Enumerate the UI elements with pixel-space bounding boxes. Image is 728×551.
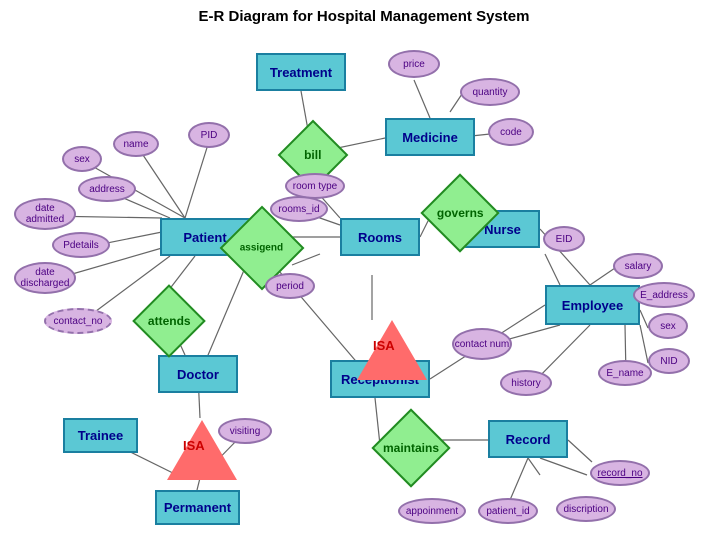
attr-discription: discription (556, 496, 616, 522)
attr-contact-num: contact num (452, 328, 512, 360)
attr-e-address: E_address (633, 282, 695, 308)
entity-employee: Employee (545, 285, 640, 325)
attr-appoint: appoinment (398, 498, 466, 524)
attr-nid: NID (648, 348, 690, 374)
diagram-title: E-R Diagram for Hospital Management Syst… (0, 0, 728, 29)
attr-salary: salary (613, 253, 663, 279)
entity-trainee: Trainee (63, 418, 138, 453)
attr-date-admitted: date admitted (14, 198, 76, 230)
attr-price: price (388, 50, 440, 78)
attr-visiting: visiting (218, 418, 272, 444)
attr-date-discharged: date discharged (14, 262, 76, 294)
attr-code: code (488, 118, 534, 146)
attr-pdetails: Pdetails (52, 232, 110, 258)
attr-address: address (78, 176, 136, 202)
attr-eid: EID (543, 226, 585, 252)
attr-patient-id: patient_id (478, 498, 538, 524)
attr-pid: PID (188, 122, 230, 148)
attr-rooms-id: rooms_id (270, 196, 328, 222)
attr-e-name: E_name (598, 360, 652, 386)
relation-maintains: maintains (371, 408, 450, 487)
entity-rooms: Rooms (340, 218, 420, 256)
relation-attends: attends (132, 284, 206, 358)
attr-history: history (500, 370, 552, 396)
entity-treatment: Treatment (256, 53, 346, 91)
attr-record-no: record_no (590, 460, 650, 486)
attr-quantity: quantity (460, 78, 520, 106)
attr-sex: sex (62, 146, 102, 172)
entity-medicine: Medicine (385, 118, 475, 156)
attr-contact-no: contact_no (44, 308, 112, 334)
entity-permanent: Permanent (155, 490, 240, 525)
er-diagram-canvas: E-R Diagram for Hospital Management Syst… (0, 0, 728, 551)
attr-sex-emp: sex (648, 313, 688, 339)
attr-room-type: room type (285, 173, 345, 199)
attr-name: name (113, 131, 159, 157)
attr-period: period (265, 273, 315, 299)
entity-doctor: Doctor (158, 355, 238, 393)
entity-record: Record (488, 420, 568, 458)
